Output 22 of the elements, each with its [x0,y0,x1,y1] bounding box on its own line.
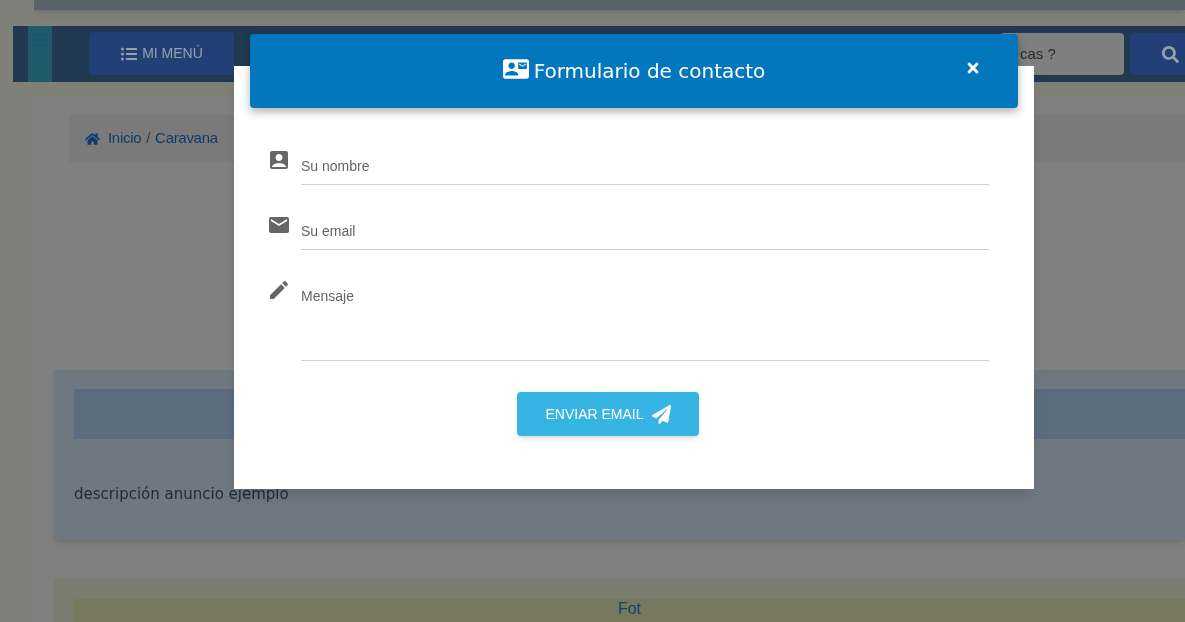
input-field[interactable]: Su email [301,215,989,250]
search-button[interactable] [1130,33,1185,75]
close-button[interactable] [966,60,980,76]
search-icon [1162,45,1179,63]
sidebar-toggle[interactable] [28,26,52,82]
input-field[interactable]: Su nombre [301,150,989,185]
section-title: Fot [617,600,642,619]
pencil-icon [267,278,291,302]
breadcrumb-separator: / [146,128,151,149]
message-field[interactable]: Mensaje [301,280,989,361]
home-icon [85,131,100,146]
list-icon [120,45,139,62]
paper-plane-icon [651,404,671,424]
person-icon [267,148,291,172]
listing-description: descripción anuncio ejemplo [74,484,290,505]
breadcrumb-link[interactable]: Inicio [108,127,142,150]
breadcrumb-link[interactable]: Caravana [155,127,218,150]
contact-card-icon [502,56,529,82]
menu-button[interactable]: MI MENÚ [89,32,234,75]
send-button[interactable]: ENVIAR EMAIL [517,392,699,436]
close-icon [966,60,980,76]
dialog-title: Formulario de contacto [533,58,766,85]
